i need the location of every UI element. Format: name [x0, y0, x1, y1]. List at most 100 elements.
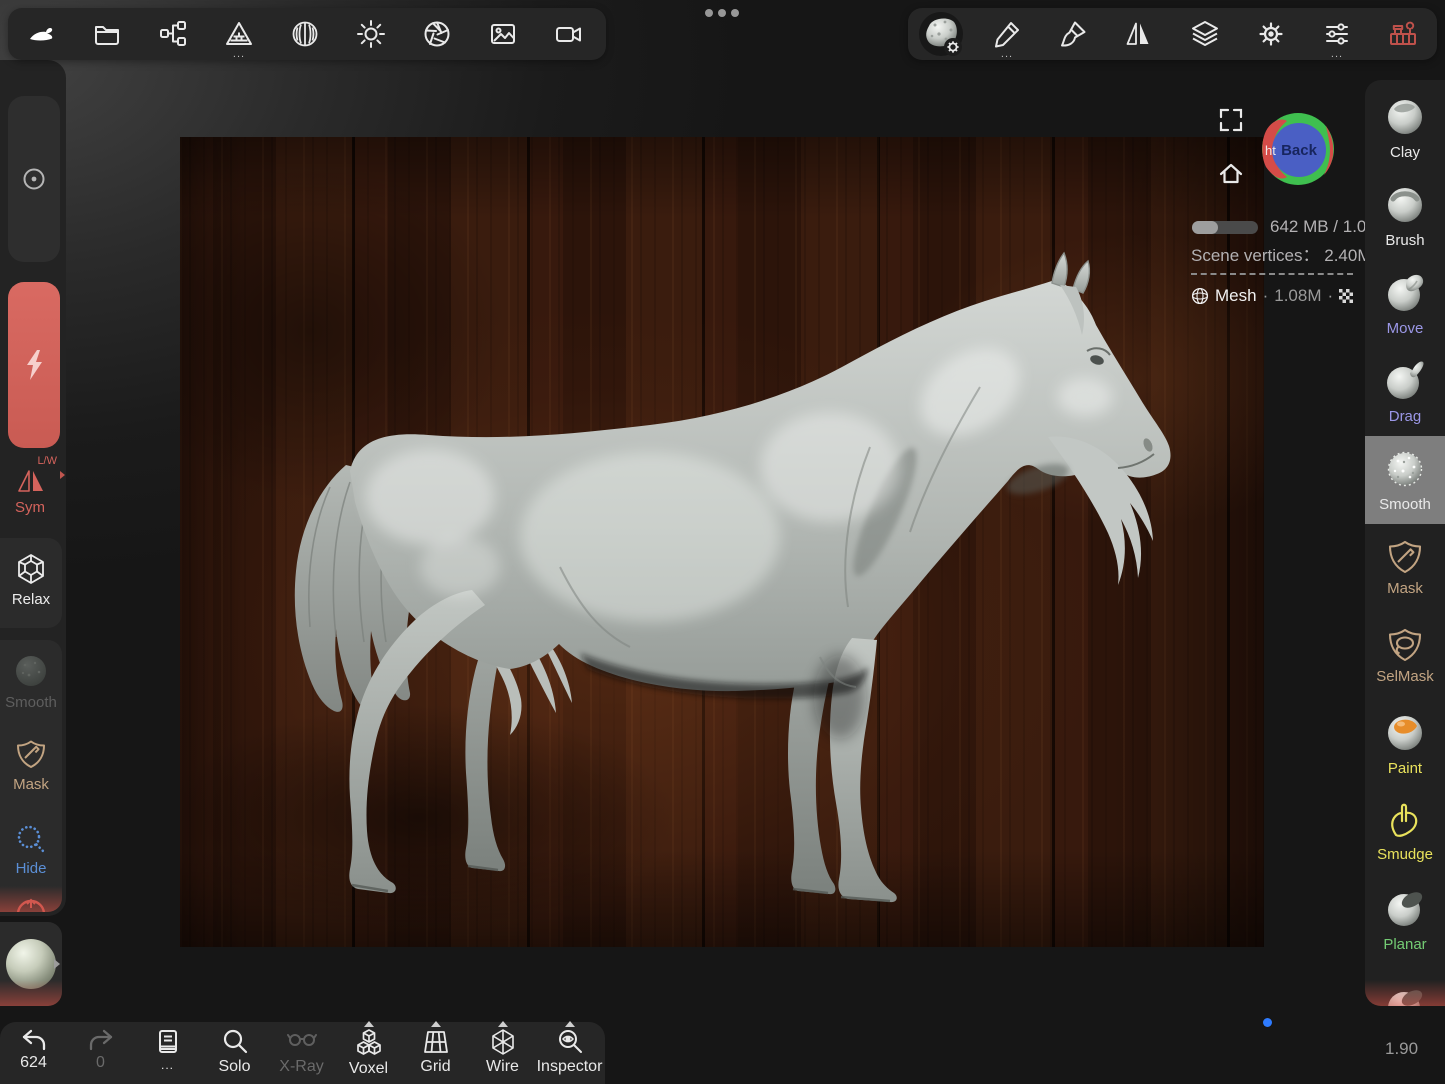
tool-move[interactable]: Move [1365, 260, 1445, 348]
interface-ellipsis: ... [1304, 49, 1370, 59]
expand-arrow-icon[interactable] [54, 959, 60, 969]
planar-sphere-icon [1382, 887, 1428, 933]
scene-button[interactable] [140, 8, 206, 60]
fullscreen-icon[interactable] [1218, 107, 1244, 133]
relax-tool[interactable]: Relax [0, 538, 62, 628]
wire-caret-icon[interactable] [498, 1021, 508, 1027]
tool-paint[interactable]: Paint [1365, 700, 1445, 788]
mask-tool-left[interactable]: Mask [0, 724, 62, 808]
mesh-info-row[interactable]: Mesh · 1.08M · [1191, 286, 1354, 306]
tool-smooth-selected[interactable]: Smooth [1365, 436, 1445, 524]
bottom-toolbar: 624 0 ... So [0, 1022, 605, 1084]
tool-flatten-partial[interactable] [1365, 964, 1445, 1006]
wire-button[interactable]: Wire [469, 1022, 536, 1084]
settings-button[interactable] [1238, 8, 1304, 60]
topology-button[interactable]: ... [206, 8, 272, 60]
nomad-logo-icon [25, 18, 57, 50]
sliders-icon [1322, 19, 1352, 49]
layers-button[interactable] [1172, 8, 1238, 60]
app-stage: Back ht 642 MB / 1.07 G Scene vertices： … [0, 0, 1445, 1084]
hide-tool[interactable]: Hide [0, 808, 62, 892]
orientation-gizmo[interactable]: Back ht [1260, 111, 1336, 187]
inspector-caret-icon[interactable] [565, 1021, 575, 1027]
lightning-bolt-icon [21, 348, 47, 382]
undo-button[interactable]: 624 [0, 1022, 67, 1084]
topology-pyramid-icon [224, 19, 254, 49]
active-tool-button[interactable] [908, 8, 974, 60]
voxel-button[interactable]: Voxel [335, 1022, 402, 1084]
lw-arrow-icon[interactable] [60, 471, 65, 479]
inspector-button[interactable]: Inspector [536, 1022, 603, 1084]
tool-drag[interactable]: Drag [1365, 348, 1445, 436]
undo-count: 624 [20, 1054, 47, 1072]
material-button[interactable] [272, 8, 338, 60]
glasses-icon [287, 1028, 317, 1056]
painting-button[interactable] [1040, 8, 1106, 60]
wire-label: Wire [486, 1058, 519, 1076]
background-button[interactable] [470, 8, 536, 60]
lw-label: L/W [37, 455, 57, 467]
redo-arrow-icon [86, 1028, 116, 1052]
gizmo-tool-partial[interactable] [0, 892, 62, 912]
tool-planar[interactable]: Planar [1365, 876, 1445, 964]
aperture-icon [422, 19, 452, 49]
xray-label: X-Ray [279, 1058, 323, 1076]
mesh-label: Mesh [1215, 286, 1257, 306]
tool-selmask-label: SelMask [1376, 668, 1434, 685]
tool-drag-label: Drag [1389, 408, 1422, 425]
scene-vertices-label: Scene vertices： [1191, 246, 1320, 265]
drag-sphere-icon [1382, 359, 1428, 405]
memory-usage-bar [1192, 221, 1258, 234]
xray-button[interactable]: X-Ray [268, 1022, 335, 1084]
zoom-level: 1.90 [1385, 1039, 1418, 1059]
settings-gear-icon [1256, 19, 1286, 49]
files-button[interactable] [74, 8, 140, 60]
dotted-magnifier-icon [15, 823, 47, 855]
tool-clay[interactable]: Clay [1365, 84, 1445, 172]
nomad-logo-button[interactable] [8, 8, 74, 60]
tool-smudge[interactable]: Smudge [1365, 788, 1445, 876]
solo-button[interactable]: Solo [201, 1022, 268, 1084]
sculpt-viewport[interactable] [180, 137, 1264, 947]
horse-model[interactable] [180, 137, 1264, 947]
move-sphere-icon [1382, 271, 1428, 317]
video-camera-icon [554, 19, 584, 49]
smooth-tool-left[interactable]: Smooth [0, 640, 62, 724]
toolbox-button[interactable] [1370, 8, 1436, 60]
history-ellipsis: ... [161, 1058, 174, 1072]
multitask-dots-icon[interactable] [705, 9, 739, 17]
camera-button[interactable] [536, 8, 602, 60]
symmetry-button[interactable] [1106, 8, 1172, 60]
intensity-slider[interactable] [8, 282, 60, 448]
home-icon[interactable] [1217, 160, 1245, 188]
wireframe-hexagon-icon [489, 1028, 517, 1056]
grid-button[interactable]: Grid [402, 1022, 469, 1084]
gizmo-back-label[interactable]: Back [1281, 142, 1318, 159]
matcap-sphere-icon[interactable] [6, 939, 56, 989]
stats-separator [1191, 273, 1353, 275]
lighting-button[interactable] [338, 8, 404, 60]
tool-mask[interactable]: Mask [1365, 524, 1445, 612]
radius-slider[interactable] [8, 96, 60, 262]
history-button[interactable]: ... [134, 1022, 201, 1084]
material-sphere-icon [290, 19, 320, 49]
redo-button[interactable]: 0 [67, 1022, 134, 1084]
stroke-button[interactable]: ... [974, 8, 1040, 60]
grid-caret-icon[interactable] [431, 1021, 441, 1027]
dither-checker-icon [1339, 289, 1354, 304]
folder-icon [92, 19, 122, 49]
brush-sphere-icon [1382, 183, 1428, 229]
postprocess-button[interactable] [404, 8, 470, 60]
wireframe-sphere-icon [1191, 287, 1209, 305]
voxel-caret-icon[interactable] [364, 1021, 374, 1027]
pencil-icon [992, 19, 1022, 49]
material-panel[interactable] [0, 922, 62, 1006]
inspector-label: Inspector [537, 1058, 603, 1076]
tool-brush[interactable]: Brush [1365, 172, 1445, 260]
relax-label: Relax [12, 591, 50, 608]
interface-button[interactable]: ... [1304, 8, 1370, 60]
tool-planar-label: Planar [1383, 936, 1426, 953]
tool-mask-label: Mask [1387, 580, 1423, 597]
mesh-dot2: · [1328, 286, 1334, 306]
tool-selmask[interactable]: SelMask [1365, 612, 1445, 700]
